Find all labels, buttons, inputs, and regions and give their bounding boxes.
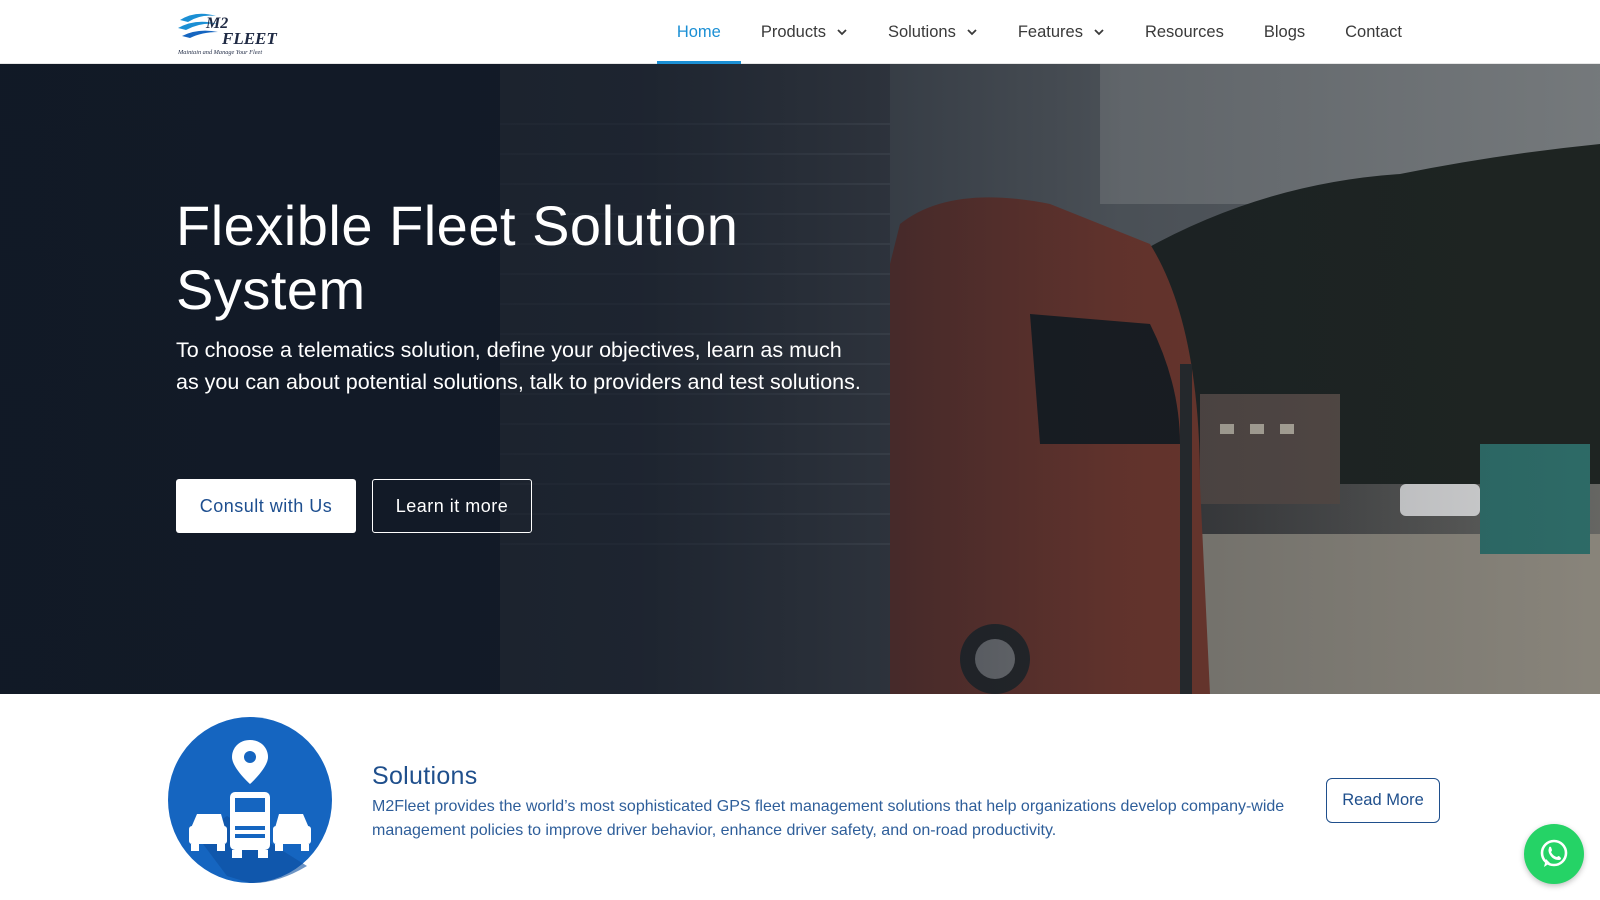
svg-text:Maintain and Manage Your Fleet: Maintain and Manage Your Fleet: [177, 49, 262, 56]
consult-button[interactable]: Consult with Us: [176, 479, 356, 533]
hero-title-line2: System: [176, 258, 366, 321]
nav-products[interactable]: Products: [741, 0, 868, 64]
read-more-button[interactable]: Read More: [1326, 778, 1440, 823]
nav-solutions[interactable]: Solutions: [868, 0, 998, 64]
chevron-down-icon: [1094, 29, 1104, 36]
nav-contact-label: Contact: [1345, 22, 1402, 41]
hero-banner: Flexible Fleet Solution System To choose…: [0, 64, 1600, 694]
solutions-section: Solutions M2Fleet provides the world’s m…: [0, 694, 1600, 900]
nav-resources-label: Resources: [1144, 22, 1224, 41]
m2fleet-logo[interactable]: M2 FLEET Maintain and Manage Your Fleet: [176, 8, 294, 56]
hero-buttons: Consult with Us Learn it more: [176, 479, 532, 533]
hero-subtitle: To choose a telematics solution, define …: [176, 338, 861, 394]
learn-more-button[interactable]: Learn it more: [372, 479, 532, 533]
site-header: M2 FLEET Maintain and Manage Your Fleet …: [0, 0, 1600, 64]
nav-resources[interactable]: Resources: [1125, 0, 1244, 64]
nav-solutions-label: Solutions: [887, 22, 956, 41]
location-truck-icon: [168, 717, 332, 884]
hero-content: Flexible Fleet Solution System To choose…: [176, 194, 876, 398]
chevron-down-icon: [967, 29, 977, 36]
svg-text:FLEET: FLEET: [221, 29, 277, 48]
nav-blogs[interactable]: Blogs: [1244, 0, 1325, 64]
nav-products-label: Products: [760, 22, 826, 41]
whatsapp-icon: [1540, 839, 1568, 867]
nav-home[interactable]: Home: [656, 0, 741, 64]
chevron-down-icon: [837, 29, 847, 36]
nav-blogs-label: Blogs: [1263, 22, 1306, 41]
solutions-title: Solutions: [372, 762, 478, 790]
main-nav: Home Products Solutions Features Resourc…: [656, 0, 1422, 64]
whatsapp-button[interactable]: [1524, 824, 1584, 884]
nav-contact[interactable]: Contact: [1325, 0, 1422, 64]
nav-features-label: Features: [1017, 22, 1083, 41]
hero-title: Flexible Fleet Solution System: [176, 194, 876, 322]
hero-title-line1: Flexible Fleet Solution: [176, 194, 739, 257]
nav-home-label: Home: [676, 22, 721, 41]
solutions-description: M2Fleet provides the world’s most sophis…: [372, 798, 1285, 839]
nav-features[interactable]: Features: [998, 0, 1125, 64]
